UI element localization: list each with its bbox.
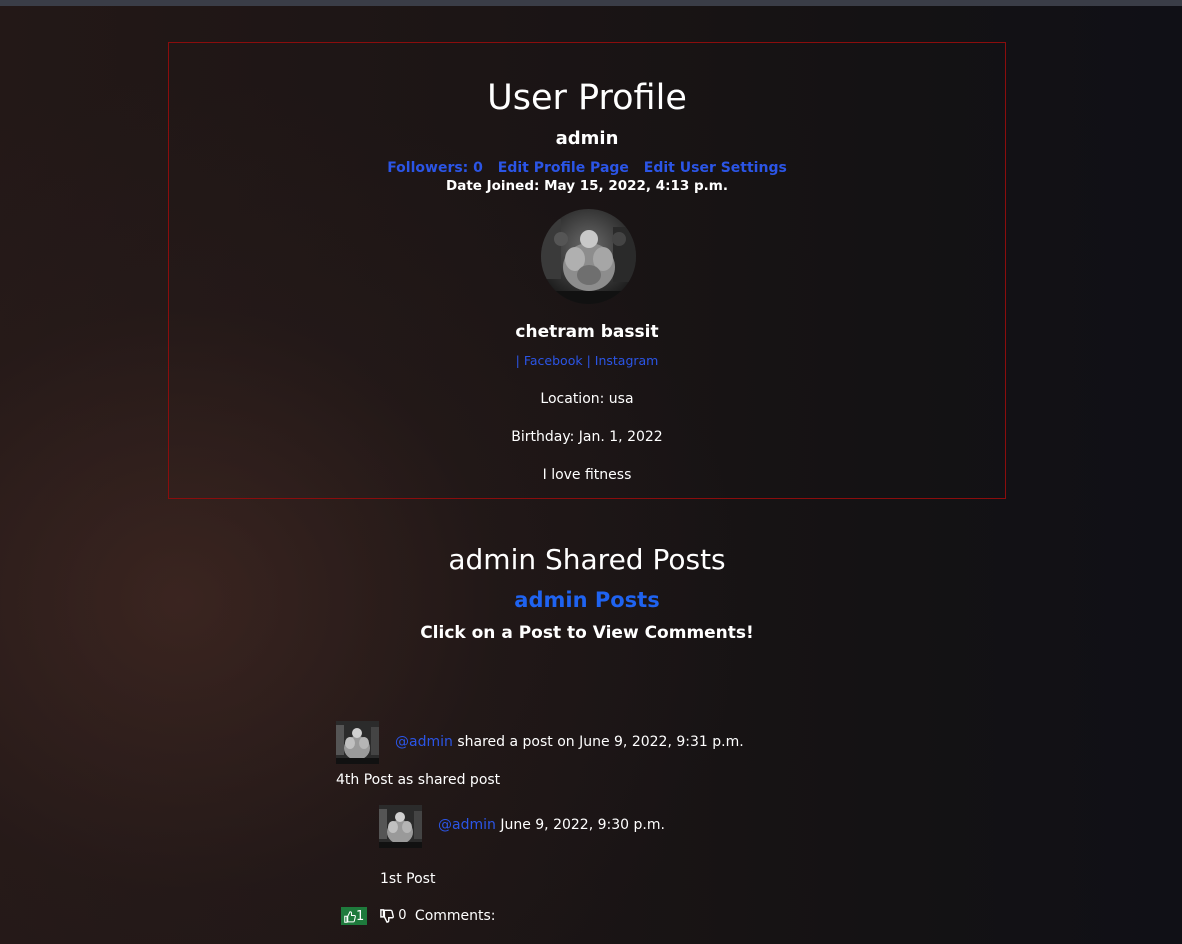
post-author-link[interactable]: @admin	[395, 734, 453, 750]
original-post-body[interactable]: 1st Post	[380, 870, 435, 888]
facebook-link[interactable]: Facebook	[524, 353, 583, 368]
original-author-link[interactable]: @admin	[438, 817, 496, 833]
shared-post-header: @admin shared a post on June 9, 2022, 9:…	[395, 733, 744, 751]
profile-username: admin	[555, 128, 619, 149]
click-hint: Click on a Post to View Comments!	[420, 623, 754, 643]
reaction-bar: 1 0 Comments:	[341, 906, 496, 928]
original-author-avatar[interactable]	[379, 805, 422, 848]
social-separator: |	[586, 353, 591, 368]
post-author-avatar[interactable]	[336, 721, 379, 764]
dislike-button[interactable]	[379, 906, 394, 926]
like-button[interactable]: 1	[341, 907, 368, 925]
instagram-link[interactable]: Instagram	[595, 353, 659, 368]
display-name: chetram bassit	[515, 322, 659, 342]
edit-profile-link[interactable]: Edit Profile Page	[498, 160, 629, 176]
bio-text: I love fitness	[542, 467, 632, 483]
edit-settings-link[interactable]: Edit User Settings	[644, 160, 787, 176]
profile-links: Followers: 0 Edit Profile Page Edit User…	[169, 159, 1005, 177]
thumbs-up-icon	[344, 911, 356, 923]
followers-link[interactable]: Followers: 0	[387, 160, 483, 176]
thumbs-down-icon	[379, 909, 394, 923]
location-text: Location: usa	[540, 391, 634, 407]
shared-post-meta: shared a post on June 9, 2022, 9:31 p.m.	[457, 734, 744, 750]
profile-card: User Profile admin Followers: 0 Edit Pro…	[168, 42, 1006, 499]
dislike-count: 0	[398, 908, 407, 923]
original-post-timestamp: June 9, 2022, 9:30 p.m.	[500, 817, 665, 833]
like-count: 1	[356, 909, 365, 924]
birthday-text: Birthday: Jan. 1, 2022	[511, 429, 663, 445]
comments-label[interactable]: Comments:	[415, 908, 496, 924]
posts-link-heading: admin Posts	[0, 586, 1174, 614]
original-post-header: @admin June 9, 2022, 9:30 p.m.	[438, 816, 665, 834]
shared-post-body[interactable]: 4th Post as shared post	[336, 771, 500, 789]
profile-avatar	[541, 209, 636, 304]
user-posts-link[interactable]: admin Posts	[514, 588, 659, 612]
shared-posts-heading: admin Shared Posts	[448, 543, 726, 576]
page-title: User Profile	[487, 78, 687, 118]
social-links: | Facebook | Instagram	[169, 353, 1005, 369]
browser-top-bar	[0, 0, 1182, 6]
date-joined: Date Joined: May 15, 2022, 4:13 p.m.	[446, 178, 728, 194]
social-separator: |	[515, 353, 520, 368]
